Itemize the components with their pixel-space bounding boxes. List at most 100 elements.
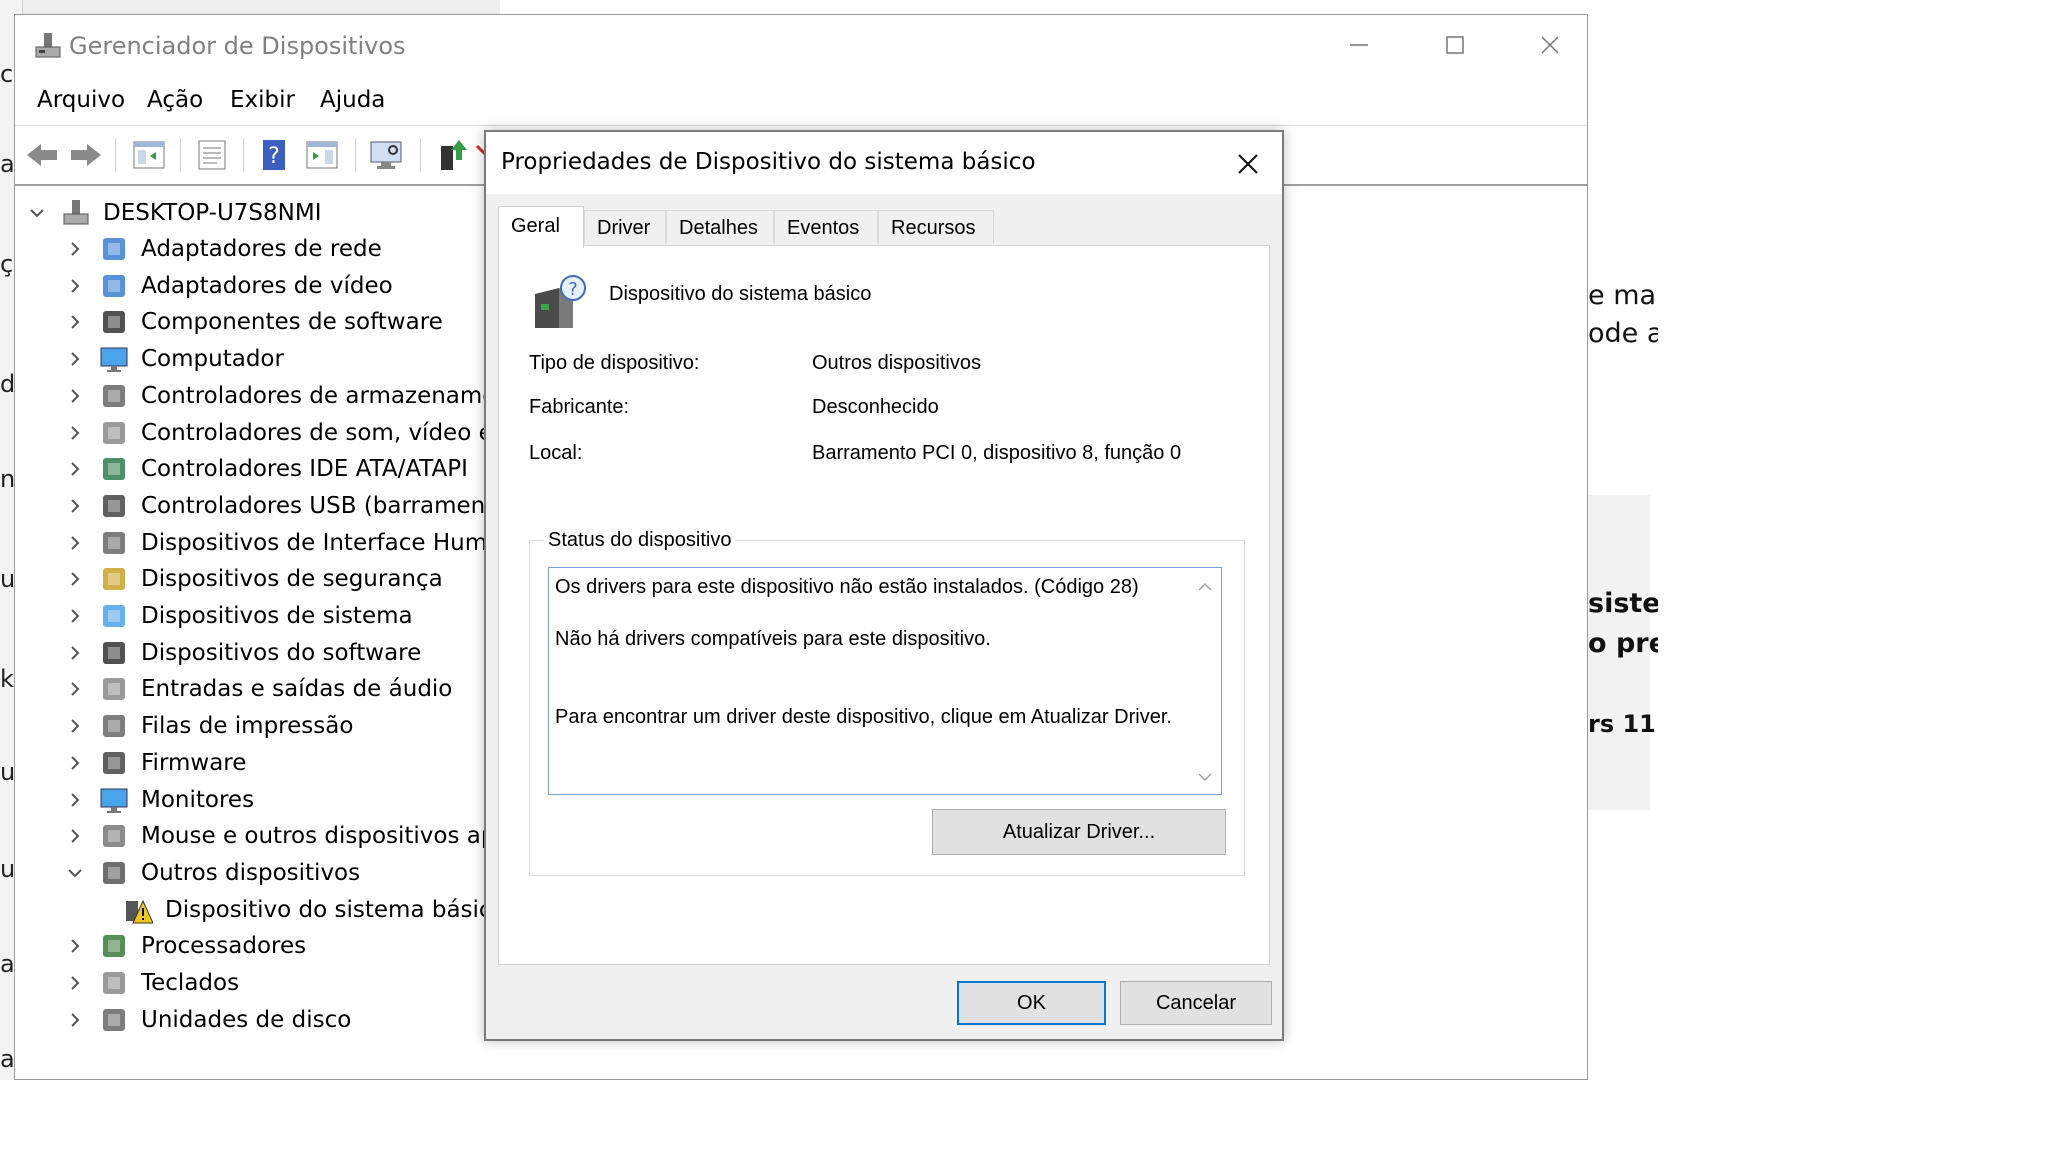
chevron-right-icon[interactable] xyxy=(65,716,85,736)
status-textbox[interactable]: Os drivers para este dispositivo não est… xyxy=(548,567,1222,795)
monitor-icon xyxy=(100,788,128,813)
maximize-icon xyxy=(1446,36,1464,54)
bg-fragment: a xyxy=(0,150,15,178)
status-scrollbar[interactable] xyxy=(1189,568,1221,794)
background-strip xyxy=(0,0,500,14)
tree-category[interactable]: Dispositivos de Interface Humana xyxy=(65,525,485,561)
chevron-right-icon[interactable] xyxy=(65,936,85,956)
scroll-up-icon[interactable] xyxy=(1197,580,1213,594)
close-button[interactable] xyxy=(1520,25,1580,65)
tree-item-label: Adaptadores de rede xyxy=(141,236,382,262)
dialog-close-button[interactable] xyxy=(1226,142,1270,186)
prop-value-location: Barramento PCI 0, dispositivo 8, função … xyxy=(812,442,1182,464)
chevron-right-icon[interactable] xyxy=(65,239,85,259)
tree-category[interactable]: Dispositivos de segurança xyxy=(65,561,443,597)
scroll-down-icon[interactable] xyxy=(1197,770,1213,784)
menu-ajuda[interactable]: Ajuda xyxy=(320,87,385,113)
toolbar-separator xyxy=(420,138,421,172)
title-bar[interactable]: Gerenciador de Dispositivos xyxy=(15,15,1587,77)
forward-icon[interactable] xyxy=(67,136,105,174)
device-status-group: Status do dispositivo Os drivers para es… xyxy=(529,529,1245,876)
tree-category[interactable]: Teclados xyxy=(65,965,239,1001)
chevron-right-icon[interactable] xyxy=(65,753,85,773)
tree-category[interactable]: Unidades de disco xyxy=(65,1002,351,1038)
tree-item-label: Mouse e outros dispositivos apontadores xyxy=(141,823,485,850)
tree-category[interactable]: Controladores IDE ATA/ATAPI xyxy=(65,451,468,487)
tree-item-label: Monitores xyxy=(141,786,255,813)
chevron-right-icon[interactable] xyxy=(65,496,85,516)
chevron-right-icon[interactable] xyxy=(65,276,85,296)
tree-item-label: Dispositivos de segurança xyxy=(141,566,443,593)
chevron-down-icon[interactable] xyxy=(27,203,47,223)
tree-item-label: Entradas e saídas de áudio xyxy=(141,676,453,703)
tab-detalhes[interactable]: Detalhes xyxy=(666,210,774,244)
tree-category[interactable]: Adaptadores de rede xyxy=(65,231,382,267)
tree-category[interactable]: Outros dispositivos xyxy=(65,855,360,891)
chevron-right-icon[interactable] xyxy=(65,312,85,332)
tree-category[interactable]: Dispositivos do software xyxy=(65,635,421,671)
tree-category[interactable]: Controladores USB (barramento serial uni… xyxy=(65,488,485,524)
prop-value-manufacturer: Desconhecido xyxy=(812,396,939,418)
tab-geral[interactable]: Geral xyxy=(498,206,584,248)
bg-fragment: a xyxy=(0,950,15,978)
tree-category[interactable]: Monitores xyxy=(65,782,254,818)
tree-category[interactable]: Mouse e outros dispositivos apontadores xyxy=(65,818,485,854)
scan-hardware-icon[interactable] xyxy=(367,136,405,174)
tree-category[interactable]: Dispositivos de sistema xyxy=(65,598,413,634)
update-driver-button[interactable]: Atualizar Driver... xyxy=(932,809,1226,855)
tree-category[interactable]: Adaptadores de vídeo xyxy=(65,268,393,304)
help-icon[interactable]: ? xyxy=(255,136,293,174)
chevron-right-icon[interactable] xyxy=(65,606,85,626)
properties-icon[interactable] xyxy=(193,136,231,174)
bg-fragment: sister xyxy=(1588,588,1658,619)
chevron-right-icon[interactable] xyxy=(65,386,85,406)
ok-button[interactable]: OK xyxy=(957,981,1106,1025)
tree-category[interactable]: Controladores de som, vídeo e jogos xyxy=(65,415,485,451)
chevron-down-icon[interactable] xyxy=(65,863,85,883)
menu-acao[interactable]: Ação xyxy=(147,87,203,113)
tree-category[interactable]: Entradas e saídas de áudio xyxy=(65,671,452,707)
chevron-right-icon[interactable] xyxy=(65,349,85,369)
chevron-right-icon[interactable] xyxy=(65,459,85,479)
chevron-right-icon[interactable] xyxy=(65,679,85,699)
dialog-title-bar[interactable]: Propriedades de Dispositivo do sistema b… xyxy=(486,132,1282,194)
tree-category[interactable]: Processadores xyxy=(65,928,306,964)
display-adapter-icon xyxy=(103,274,125,297)
tree-category[interactable]: Controladores de armazenamento xyxy=(65,378,485,414)
tab-driver[interactable]: Driver xyxy=(584,210,666,244)
chevron-right-icon[interactable] xyxy=(65,826,85,846)
tree-category[interactable]: Firmware xyxy=(65,745,246,781)
chevron-right-icon[interactable] xyxy=(65,569,85,589)
chevron-right-icon[interactable] xyxy=(65,973,85,993)
show-hide-tree-icon[interactable] xyxy=(130,136,168,174)
chevron-right-icon[interactable] xyxy=(65,790,85,810)
prop-value-device-type: Outros dispositivos xyxy=(812,352,981,374)
minimize-button[interactable] xyxy=(1329,25,1389,65)
tree-category[interactable]: Computador xyxy=(65,341,284,377)
bg-fragment: e ma xyxy=(1588,280,1657,311)
update-driver-icon[interactable] xyxy=(433,136,471,174)
chevron-right-icon[interactable] xyxy=(65,1010,85,1030)
firmware-icon xyxy=(103,751,125,774)
chevron-right-icon[interactable] xyxy=(65,533,85,553)
tab-eventos[interactable]: Eventos xyxy=(774,210,878,244)
tree-category[interactable]: Filas de impressão xyxy=(65,708,353,744)
tree-child-item[interactable]: Dispositivo do sistema básico xyxy=(123,892,485,928)
tree-item-label: Controladores USB (barramento serial uni… xyxy=(141,492,485,519)
tab-recursos[interactable]: Recursos xyxy=(878,210,994,244)
action-pane-icon[interactable] xyxy=(303,136,341,174)
menu-arquivo[interactable]: Arquivo xyxy=(37,87,125,113)
chevron-right-icon[interactable] xyxy=(65,643,85,663)
background-window-right: e ma ode a sister o pre rs 11. I xyxy=(1588,270,1658,830)
bg-fragment: n xyxy=(0,465,16,493)
tree-category[interactable]: Componentes de software xyxy=(65,304,443,340)
tree-root[interactable]: DESKTOP-U7S8NMI xyxy=(27,195,322,231)
sound-icon xyxy=(103,421,125,444)
back-icon[interactable] xyxy=(23,136,61,174)
bg-fragment: ode a xyxy=(1588,318,1658,349)
maximize-button[interactable] xyxy=(1425,25,1485,65)
chevron-right-icon[interactable] xyxy=(65,423,85,443)
hid-icon xyxy=(103,531,125,554)
cancel-button[interactable]: Cancelar xyxy=(1120,981,1272,1025)
menu-exibir[interactable]: Exibir xyxy=(230,87,295,113)
